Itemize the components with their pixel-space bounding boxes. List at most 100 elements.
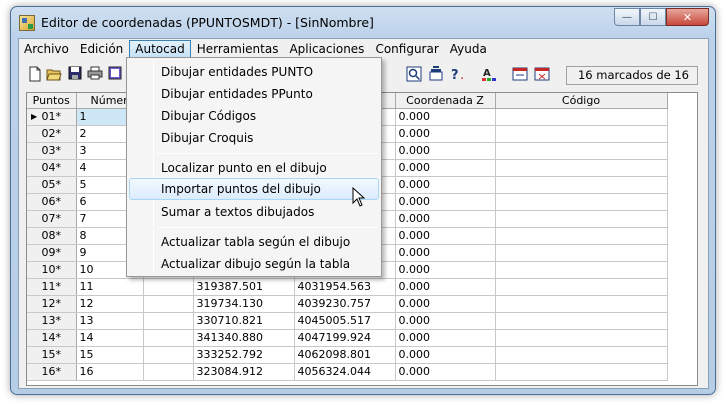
- row-header[interactable]: 05*: [27, 176, 77, 194]
- cell-numero[interactable]: 13: [76, 312, 144, 330]
- cell-coord-z[interactable]: 0.000: [395, 329, 496, 347]
- cell-codigo[interactable]: [495, 108, 668, 126]
- cell-codigo[interactable]: [495, 312, 668, 330]
- close-button[interactable]: ✕: [666, 8, 709, 26]
- row-header[interactable]: 08*: [27, 227, 77, 245]
- print-icon[interactable]: [87, 66, 103, 82]
- row-header[interactable]: 11*: [27, 278, 77, 296]
- cell-coord-x[interactable]: 330710.821: [193, 312, 295, 330]
- cell-codigo[interactable]: [495, 210, 668, 228]
- row-header[interactable]: 02*: [27, 125, 77, 143]
- menu-item-sumar-textos[interactable]: Sumar a textos dibujados: [129, 201, 379, 223]
- row-header[interactable]: 15*: [27, 346, 77, 364]
- cell-blank[interactable]: [143, 346, 194, 364]
- cell-codigo[interactable]: [495, 125, 668, 143]
- row-header[interactable]: 03*: [27, 142, 77, 160]
- cell-coord-z[interactable]: 0.000: [395, 363, 496, 381]
- menu-item-dibujar-punto[interactable]: Dibujar entidades PUNTO: [129, 61, 379, 83]
- menu-edicion[interactable]: Edición: [75, 40, 128, 58]
- row-header[interactable]: 06*: [27, 193, 77, 211]
- col-header-puntos[interactable]: Puntos: [27, 93, 77, 109]
- new-icon[interactable]: [27, 66, 43, 82]
- menu-autocad[interactable]: Autocad: [129, 40, 191, 58]
- cell-codigo[interactable]: [495, 261, 668, 279]
- table-row[interactable]: 11* 11 319387.501 4031954.563 0.000: [27, 278, 668, 296]
- cell-codigo[interactable]: [495, 193, 668, 211]
- row-header[interactable]: ▶ 01*: [27, 108, 77, 126]
- menu-item-actualizar-dibujo[interactable]: Actualizar dibujo según la tabla: [129, 253, 379, 275]
- cell-coord-z[interactable]: 0.000: [395, 346, 496, 364]
- cell-coord-z[interactable]: 0.000: [395, 244, 496, 262]
- cell-coord-x[interactable]: 319734.130: [193, 295, 295, 313]
- cell-blank[interactable]: [143, 295, 194, 313]
- row-header[interactable]: 13*: [27, 312, 77, 330]
- window-icon[interactable]: [512, 66, 528, 82]
- cell-coord-x[interactable]: 333252.792: [193, 346, 295, 364]
- cell-codigo[interactable]: [495, 363, 668, 381]
- title-bar[interactable]: Editor de coordenadas (PPUNTOSMDT) - [Si…: [11, 7, 715, 37]
- table-row[interactable]: 14* 14 341340.880 4047199.924 0.000: [27, 329, 668, 347]
- cell-codigo[interactable]: [495, 176, 668, 194]
- cell-codigo[interactable]: [495, 159, 668, 177]
- menu-aplicaciones[interactable]: Aplicaciones: [284, 40, 369, 58]
- table-row[interactable]: 15* 15 333252.792 4062098.801 0.000: [27, 346, 668, 364]
- cell-numero[interactable]: 14: [76, 329, 144, 347]
- table-row[interactable]: 12* 12 319734.130 4039230.757 0.000: [27, 295, 668, 313]
- row-header[interactable]: 10*: [27, 261, 77, 279]
- cell-coord-z[interactable]: 0.000: [395, 142, 496, 160]
- menu-configurar[interactable]: Configurar: [370, 40, 443, 58]
- cell-codigo[interactable]: [495, 227, 668, 245]
- cell-codigo[interactable]: [495, 346, 668, 364]
- cell-codigo[interactable]: [495, 278, 668, 296]
- menu-ayuda[interactable]: Ayuda: [445, 40, 492, 58]
- cell-codigo[interactable]: [495, 329, 668, 347]
- open-icon[interactable]: [46, 66, 62, 82]
- cell-blank[interactable]: [143, 363, 194, 381]
- save-icon[interactable]: [67, 66, 83, 82]
- cell-coord-y[interactable]: 4062098.801: [294, 346, 396, 364]
- cell-numero[interactable]: 12: [76, 295, 144, 313]
- row-header[interactable]: 04*: [27, 159, 77, 177]
- menu-item-actualizar-tabla[interactable]: Actualizar tabla según el dibujo: [129, 231, 379, 253]
- minimize-button[interactable]: —: [614, 8, 640, 26]
- edit-icon[interactable]: [107, 66, 123, 82]
- cell-coord-z[interactable]: 0.000: [395, 210, 496, 228]
- menu-item-dibujar-croquis[interactable]: Dibujar Croquis: [129, 127, 379, 149]
- cell-blank[interactable]: [143, 312, 194, 330]
- query-icon[interactable]: ?.: [450, 66, 466, 83]
- menu-archivo[interactable]: Archivo: [19, 40, 74, 58]
- col-header-z[interactable]: Coordenada Z: [395, 93, 496, 109]
- cell-coord-y[interactable]: 4047199.924: [294, 329, 396, 347]
- cell-coord-z[interactable]: 0.000: [395, 193, 496, 211]
- cell-coord-y[interactable]: 4031954.563: [294, 278, 396, 296]
- row-header[interactable]: 14*: [27, 329, 77, 347]
- cell-codigo[interactable]: [495, 295, 668, 313]
- cell-coord-z[interactable]: 0.000: [395, 108, 496, 126]
- window-close-icon[interactable]: [534, 66, 550, 82]
- row-header[interactable]: 07*: [27, 210, 77, 228]
- menu-item-localizar-punto[interactable]: Localizar punto en el dibujo: [129, 157, 379, 179]
- cell-codigo[interactable]: [495, 142, 668, 160]
- cell-coord-z[interactable]: 0.000: [395, 125, 496, 143]
- block-icon[interactable]: [428, 66, 444, 82]
- cell-numero[interactable]: 16: [76, 363, 144, 381]
- cell-numero[interactable]: 11: [76, 278, 144, 296]
- cell-coord-z[interactable]: 0.000: [395, 261, 496, 279]
- menu-herramientas[interactable]: Herramientas: [192, 40, 284, 58]
- cell-coord-y[interactable]: 4045005.517: [294, 312, 396, 330]
- cell-coord-y[interactable]: 4056324.044: [294, 363, 396, 381]
- cell-coord-y[interactable]: 4039230.757: [294, 295, 396, 313]
- row-header[interactable]: 12*: [27, 295, 77, 313]
- cell-coord-x[interactable]: 323084.912: [193, 363, 295, 381]
- cell-coord-x[interactable]: 319387.501: [193, 278, 295, 296]
- row-header[interactable]: 09*: [27, 244, 77, 262]
- menu-item-dibujar-codigos[interactable]: Dibujar Códigos: [129, 105, 379, 127]
- cell-coord-z[interactable]: 0.000: [395, 295, 496, 313]
- maximize-button[interactable]: ☐: [640, 8, 666, 26]
- zoom-icon[interactable]: [406, 66, 422, 82]
- col-header-codigo[interactable]: Código: [495, 93, 668, 109]
- cell-coord-x[interactable]: 341340.880: [193, 329, 295, 347]
- table-row[interactable]: 13* 13 330710.821 4045005.517 0.000: [27, 312, 668, 330]
- cell-blank[interactable]: [143, 329, 194, 347]
- row-header[interactable]: 16*: [27, 363, 77, 381]
